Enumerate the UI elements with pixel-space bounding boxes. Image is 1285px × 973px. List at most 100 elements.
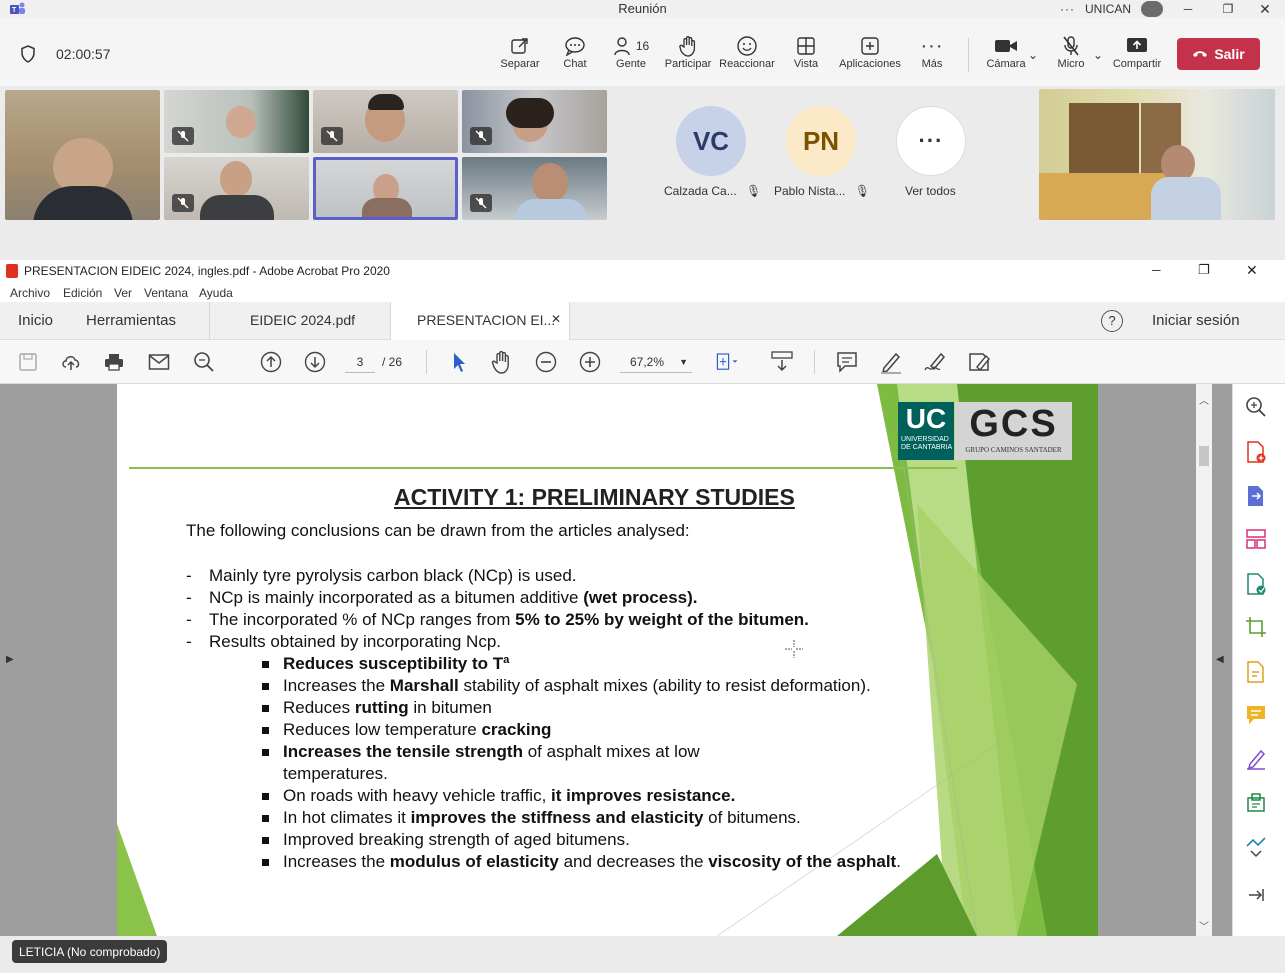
video-tile-5[interactable]: [164, 157, 309, 220]
organize-pages-icon[interactable]: [1245, 528, 1269, 552]
fill-sign-icon[interactable]: [967, 350, 991, 374]
minimize-icon[interactable]: ─: [1173, 2, 1203, 16]
signin-link[interactable]: Iniciar sesión: [1152, 312, 1240, 329]
close-icon[interactable]: ✕: [1253, 1, 1277, 18]
menu-archivo[interactable]: Archivo: [10, 286, 50, 300]
tab-eideic-2024[interactable]: EIDEIC 2024.pdf: [250, 312, 355, 328]
scroll-thumb[interactable]: [1199, 446, 1209, 466]
restore-icon[interactable]: ❐: [1198, 262, 1210, 278]
muted-icon: 🎙︎: [746, 184, 762, 198]
measure-icon[interactable]: [1245, 836, 1269, 860]
video-tile-room[interactable]: [1039, 89, 1275, 220]
next-page-icon[interactable]: [303, 350, 327, 374]
separar-button[interactable]: Separar: [490, 34, 550, 70]
scroll-down-icon[interactable]: ﹀: [1199, 918, 1209, 933]
crop-pages-icon[interactable]: [1245, 616, 1269, 640]
dash-item-4-text: Results obtained by incorporating Ncp.: [209, 632, 501, 651]
zoom-in-icon[interactable]: [578, 350, 602, 374]
tools-pane: [1232, 384, 1285, 936]
user-avatar[interactable]: [1141, 1, 1163, 17]
highlight-pen-icon[interactable]: [879, 350, 903, 374]
zoom-search-icon[interactable]: [192, 350, 216, 374]
menu-ver[interactable]: Ver: [114, 286, 132, 300]
bullet-5-continuation: temperatures.: [283, 764, 388, 783]
right-panel-toggle-icon[interactable]: ◀: [1216, 654, 1224, 665]
video-tile-main[interactable]: [5, 90, 160, 220]
menu-ayuda[interactable]: Ayuda: [199, 286, 233, 300]
chat-button[interactable]: Chat: [545, 34, 605, 70]
print-icon[interactable]: [102, 350, 126, 374]
document-viewport[interactable]: ▶ UC UNIVERSIDAD DE CANTABRIA GCS GRUPO …: [0, 384, 1232, 936]
enhance-scans-icon[interactable]: [1245, 660, 1269, 684]
minimize-icon[interactable]: ─: [1152, 263, 1161, 277]
close-icon[interactable]: ✕: [1246, 262, 1258, 279]
hand-tool-icon[interactable]: [490, 350, 514, 374]
bullet-9-bold-2: viscosity of the asphalt: [708, 852, 897, 871]
camera-options-chevron-icon[interactable]: ⌄: [1028, 48, 1038, 62]
share-button[interactable]: Compartir: [1107, 34, 1167, 70]
bullet-6-bold: it improves resistance.: [551, 786, 736, 805]
select-cursor-icon[interactable]: [447, 350, 471, 374]
upload-cloud-icon[interactable]: [59, 350, 83, 374]
collapse-pane-icon[interactable]: [1245, 884, 1269, 908]
title-more-icon[interactable]: ···: [1060, 2, 1075, 16]
tab-presentacion-active[interactable]: PRESENTACION EI... ✕: [390, 302, 570, 340]
bullet-3-bold: rutting: [354, 698, 409, 717]
muted-icon: [172, 194, 194, 212]
vertical-scrollbar[interactable]: ︿ ﹀: [1196, 384, 1212, 936]
people-button[interactable]: 16 Gente: [601, 34, 661, 70]
grid-icon: [776, 34, 836, 58]
zoom-tool-icon[interactable]: [1245, 396, 1269, 420]
more-label: Más: [921, 58, 943, 70]
video-tile-7[interactable]: [462, 157, 607, 220]
bullet-5: Increases the tensile strength of asphal…: [283, 742, 700, 762]
leave-button[interactable]: Salir: [1177, 38, 1260, 70]
bullet-2-c: stability of asphalt mixes (ability to r…: [458, 676, 871, 695]
reaccionar-button[interactable]: Reaccionar: [717, 34, 777, 70]
zoom-out-icon[interactable]: [534, 350, 558, 374]
restore-icon[interactable]: ❐: [1213, 2, 1243, 16]
export-pdf-icon[interactable]: [1245, 484, 1269, 508]
page-number-input[interactable]: 3: [345, 351, 375, 373]
create-pdf-icon[interactable]: [1245, 440, 1269, 464]
scroll-mode-icon[interactable]: [770, 350, 794, 374]
slide-intro: The following conclusions can be drawn f…: [186, 521, 690, 540]
save-icon[interactable]: [16, 350, 40, 374]
aplicaciones-button[interactable]: Aplicaciones: [839, 34, 901, 70]
video-tile-4[interactable]: [462, 90, 607, 153]
bullet-8: Improved breaking strength of aged bitum…: [283, 830, 630, 850]
email-icon[interactable]: [147, 350, 171, 374]
help-icon[interactable]: ?: [1101, 310, 1123, 332]
menu-edicion[interactable]: Edición: [63, 286, 102, 300]
edit-pdf-icon[interactable]: [1245, 572, 1269, 596]
camera-button[interactable]: Cámara: [976, 34, 1036, 70]
prev-page-icon[interactable]: [259, 350, 283, 374]
protect-icon[interactable]: [1245, 792, 1269, 816]
more-button[interactable]: ··· Más: [902, 34, 962, 71]
left-panel-toggle-icon[interactable]: ▶: [6, 654, 14, 665]
fill-and-sign-icon[interactable]: [1245, 748, 1269, 772]
share-label: Compartir: [1112, 58, 1162, 70]
tab-close-icon[interactable]: ✕: [551, 312, 561, 326]
tab-herramientas[interactable]: Herramientas: [86, 312, 176, 329]
video-tile-3[interactable]: [313, 90, 458, 153]
page-fit-icon[interactable]: [715, 350, 739, 374]
see-all-button[interactable]: ···: [896, 106, 966, 176]
comment-icon[interactable]: [835, 350, 859, 374]
zoom-level-select[interactable]: 67,2% ▼: [620, 351, 692, 373]
vista-button[interactable]: Vista: [776, 34, 836, 70]
video-tile-2[interactable]: [164, 90, 309, 153]
participar-button[interactable]: Participar: [658, 34, 718, 70]
comment-tool-icon[interactable]: [1245, 704, 1269, 728]
sign-icon[interactable]: [923, 350, 947, 374]
mic-options-chevron-icon[interactable]: ⌄: [1093, 48, 1103, 62]
menu-ventana[interactable]: Ventana: [144, 286, 188, 300]
avatar-pn[interactable]: PN: [786, 106, 856, 176]
tab-inicio[interactable]: Inicio: [18, 312, 53, 329]
video-tile-speaking[interactable]: [313, 157, 458, 220]
pdf-page[interactable]: UC UNIVERSIDAD DE CANTABRIA GCS GRUPO CA…: [117, 384, 1098, 936]
mic-button[interactable]: Micro: [1041, 34, 1101, 70]
scroll-up-icon[interactable]: ︿: [1199, 392, 1209, 407]
bullet-square: [262, 859, 269, 866]
avatar-vc[interactable]: VC: [676, 106, 746, 176]
